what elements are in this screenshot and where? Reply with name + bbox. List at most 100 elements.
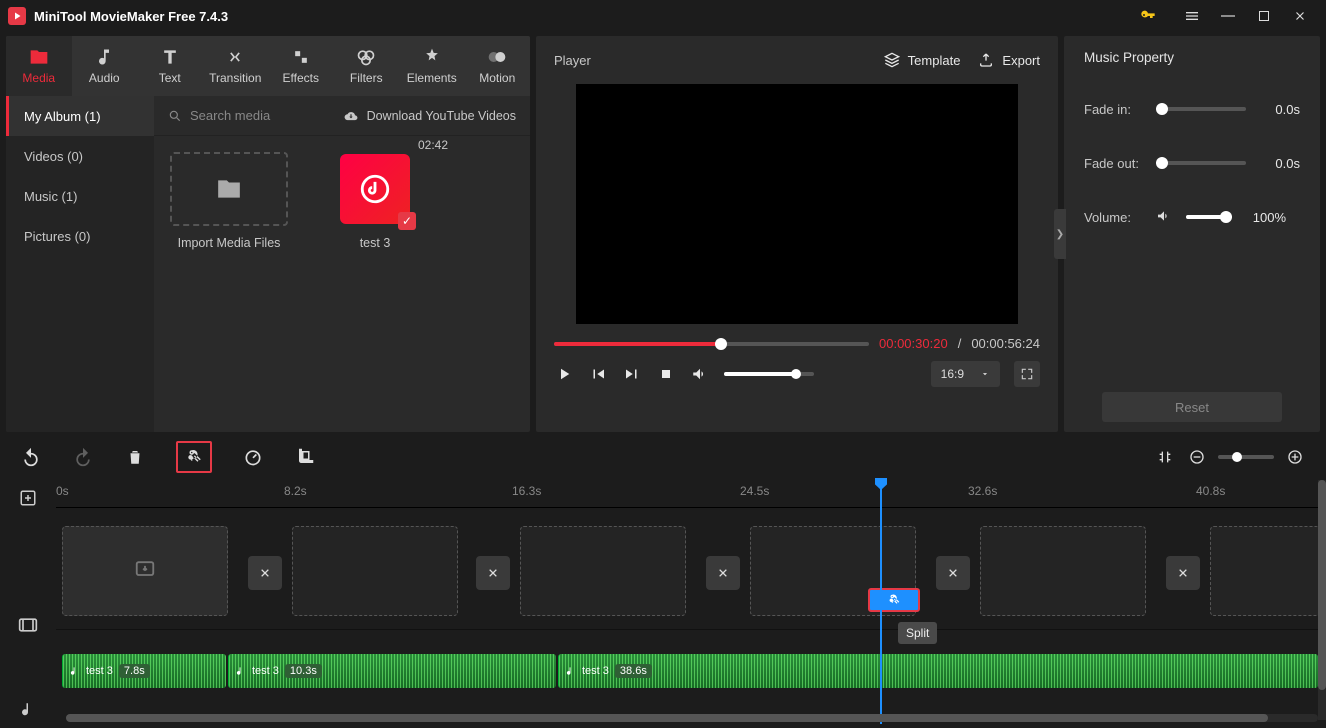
split-button[interactable] — [176, 441, 212, 473]
playback-progress[interactable] — [554, 342, 869, 346]
audio-clip[interactable]: test 3 38.6s — [558, 654, 1318, 688]
fullscreen-button[interactable] — [1014, 361, 1040, 387]
tab-elements[interactable]: Elements — [399, 36, 465, 96]
transition-slot[interactable] — [1166, 556, 1200, 590]
tab-transition-label: Transition — [209, 71, 261, 85]
tab-media[interactable]: Media — [6, 36, 72, 96]
split-tooltip: Split — [898, 622, 937, 644]
volume-value: 100% — [1246, 210, 1286, 225]
sidebar-item-my-album[interactable]: My Album (1) — [6, 96, 154, 136]
note-icon — [69, 666, 80, 677]
ruler-tick: 32.6s — [968, 484, 997, 498]
transition-slot[interactable] — [476, 556, 510, 590]
menu-icon[interactable] — [1174, 2, 1210, 30]
video-slot[interactable] — [520, 526, 686, 616]
tab-text[interactable]: Text — [137, 36, 203, 96]
window-minimize[interactable] — [1210, 2, 1246, 30]
volume-slider[interactable] — [1186, 215, 1232, 219]
search-icon — [168, 109, 182, 123]
search-input[interactable]: Search media — [168, 108, 333, 123]
player-pane: Player Template Export 00:00:30:20 / 00:… — [536, 36, 1058, 432]
transition-slot[interactable] — [936, 556, 970, 590]
zoom-in-button[interactable] — [1284, 446, 1306, 468]
audio-clip[interactable]: test 37.8s — [62, 654, 226, 688]
clip-name: test 3 — [316, 236, 434, 250]
tab-transition[interactable]: Transition — [203, 36, 269, 96]
video-slot[interactable] — [1210, 526, 1320, 616]
fade-in-slider[interactable] — [1156, 107, 1246, 111]
undo-button[interactable] — [20, 446, 42, 468]
reset-button[interactable]: Reset — [1102, 392, 1282, 422]
preview-canvas — [576, 84, 1018, 324]
zoom-out-button[interactable] — [1186, 446, 1208, 468]
export-button[interactable]: Export — [978, 52, 1040, 68]
sidebar-item-music[interactable]: Music (1) — [6, 176, 154, 216]
video-slot[interactable] — [292, 526, 458, 616]
speed-button[interactable] — [242, 446, 264, 468]
tab-effects[interactable]: Effects — [268, 36, 334, 96]
audio-clip-duration: 10.3s — [285, 664, 322, 678]
video-track[interactable] — [56, 508, 1326, 630]
mute-button[interactable] — [690, 364, 710, 384]
video-track-icon — [18, 606, 38, 644]
fade-in-value: 0.0s — [1260, 102, 1300, 117]
add-track-button[interactable] — [19, 484, 37, 512]
timeline-ruler[interactable]: 0s 8.2s 16.3s 24.5s 32.6s 40.8s — [56, 478, 1326, 508]
player-volume-slider[interactable] — [724, 372, 814, 376]
next-frame-button[interactable] — [622, 364, 642, 384]
audio-clip-name: test 3 — [252, 665, 279, 677]
chevron-down-icon — [980, 369, 990, 379]
ruler-tick: 8.2s — [284, 484, 307, 498]
time-separator: / — [958, 336, 962, 351]
video-slot[interactable] — [62, 526, 228, 616]
download-youtube-button[interactable]: Download YouTube Videos — [343, 109, 516, 123]
audio-clip-name: test 3 — [582, 665, 609, 677]
import-media-label: Import Media Files — [170, 236, 288, 250]
transition-slot[interactable] — [706, 556, 740, 590]
prev-frame-button[interactable] — [588, 364, 608, 384]
redo-button[interactable] — [72, 446, 94, 468]
aspect-ratio-value: 16:9 — [941, 367, 964, 381]
timeline-h-scrollbar[interactable] — [66, 714, 1318, 722]
audio-clip-duration: 38.6s — [615, 664, 652, 678]
transition-slot[interactable] — [248, 556, 282, 590]
sidebar-item-videos[interactable]: Videos (0) — [6, 136, 154, 176]
template-button[interactable]: Template — [884, 52, 961, 68]
audio-clip[interactable]: test 3 10.3s — [228, 654, 556, 688]
fade-out-value: 0.0s — [1260, 156, 1300, 171]
timeline-fit-button[interactable] — [1154, 446, 1176, 468]
sidebar-item-label: Videos (0) — [24, 149, 83, 164]
speaker-icon — [1156, 208, 1176, 227]
stop-button[interactable] — [656, 364, 676, 384]
playhead[interactable] — [880, 478, 882, 724]
audio-track[interactable]: test 37.8s test 3 10.3s test 3 38.6s — [56, 642, 1326, 702]
import-media-tile[interactable]: Import Media Files — [170, 152, 288, 250]
download-youtube-label: Download YouTube Videos — [367, 109, 516, 123]
search-placeholder: Search media — [190, 108, 270, 123]
template-icon — [884, 52, 900, 68]
sidebar-item-pictures[interactable]: Pictures (0) — [6, 216, 154, 256]
tab-media-label: Media — [22, 71, 55, 85]
audio-clip-duration: 7.8s — [119, 664, 150, 678]
tab-audio[interactable]: Audio — [72, 36, 138, 96]
crop-button[interactable] — [294, 446, 316, 468]
delete-button[interactable] — [124, 446, 146, 468]
split-at-playhead-button[interactable] — [868, 588, 920, 612]
collapse-properties-button[interactable]: ❯ — [1054, 209, 1066, 259]
aspect-ratio-select[interactable]: 16:9 — [931, 361, 1000, 387]
upgrade-key-icon[interactable] — [1130, 2, 1166, 30]
ruler-tick: 0s — [56, 484, 69, 498]
fade-out-label: Fade out: — [1084, 156, 1156, 171]
media-clip-tile[interactable]: 02:42 ✓ test 3 — [316, 152, 434, 250]
added-check-icon: ✓ — [398, 212, 416, 230]
window-maximize[interactable] — [1246, 2, 1282, 30]
timeline-v-scrollbar[interactable] — [1318, 480, 1326, 720]
play-button[interactable] — [554, 364, 574, 384]
tab-filters[interactable]: Filters — [334, 36, 400, 96]
player-title: Player — [554, 53, 866, 68]
zoom-slider[interactable] — [1218, 455, 1274, 459]
window-close[interactable] — [1282, 2, 1318, 30]
fade-out-slider[interactable] — [1156, 161, 1246, 165]
video-slot[interactable] — [980, 526, 1146, 616]
tab-motion[interactable]: Motion — [465, 36, 531, 96]
